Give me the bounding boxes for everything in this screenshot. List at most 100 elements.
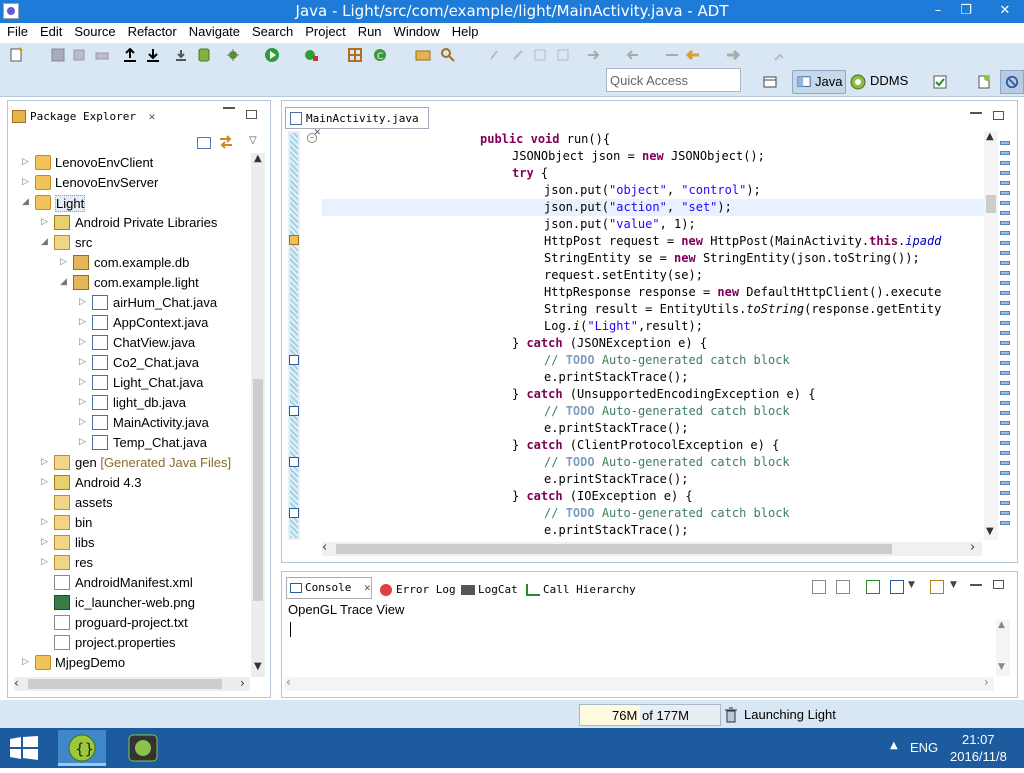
- tab-mainactivity[interactable]: MainActivity.java ✕: [285, 107, 429, 138]
- sdk-manager-icon[interactable]: [173, 47, 189, 63]
- tab-console[interactable]: Console ✕: [286, 577, 372, 599]
- link-with-editor-icon[interactable]: [218, 134, 234, 150]
- tree-vertical-scrollbar[interactable]: ▲ ▼: [251, 153, 265, 677]
- display-console-icon[interactable]: [890, 580, 904, 594]
- java-perspective-button[interactable]: Java: [792, 70, 846, 94]
- menu-navigate[interactable]: Navigate: [182, 23, 245, 39]
- pin-editor-icon[interactable]: [772, 47, 788, 63]
- chevron-down-icon[interactable]: ▼: [950, 580, 957, 590]
- taskbar-adt-button[interactable]: {}: [58, 730, 106, 766]
- clear-console-icon[interactable]: [812, 580, 826, 594]
- last-edit-location-icon[interactable]: [664, 47, 680, 63]
- heap-status[interactable]: 76M of 177M: [579, 704, 721, 726]
- minimize-editor-icon[interactable]: [970, 112, 982, 114]
- pin-console-icon[interactable]: [866, 580, 880, 594]
- menu-refactor[interactable]: Refactor: [121, 23, 182, 39]
- menu-run[interactable]: Run: [351, 23, 387, 39]
- menu-source[interactable]: Source: [67, 23, 120, 39]
- forward-icon[interactable]: [725, 47, 741, 63]
- back-icon[interactable]: [685, 47, 701, 63]
- menu-file[interactable]: File: [0, 23, 33, 39]
- open-console-icon[interactable]: [930, 580, 944, 594]
- next-annotation-icon[interactable]: [585, 47, 601, 63]
- search-icon[interactable]: [440, 47, 456, 63]
- toggle-breadcrumb-icon[interactable]: [510, 47, 526, 63]
- code-view[interactable]: public void run(){ JSONObject json = new…: [322, 131, 984, 540]
- trash-icon[interactable]: [724, 707, 738, 723]
- new-java-project-icon[interactable]: [347, 47, 363, 63]
- collapse-all-icon[interactable]: [197, 137, 211, 149]
- console-horizontal-scrollbar[interactable]: ‹ ›: [284, 675, 994, 691]
- save-all-icon[interactable]: [72, 47, 88, 63]
- tab-call-hierarchy[interactable]: Call Hierarchy: [525, 580, 636, 600]
- maximize-editor-icon[interactable]: [993, 111, 1004, 120]
- editor-vertical-scrollbar[interactable]: ▲ ▼: [984, 131, 998, 540]
- view-menu-icon[interactable]: ▽: [249, 135, 257, 146]
- tree-horizontal-scroll-thumb[interactable]: [28, 679, 222, 689]
- restore-button[interactable]: ❐: [952, 0, 980, 21]
- menu-edit[interactable]: Edit: [33, 23, 67, 39]
- new-class-icon[interactable]: C: [372, 47, 388, 63]
- tree-vertical-scroll-thumb[interactable]: [253, 379, 263, 601]
- code-line: } catch (ClientProtocolException e) {: [512, 438, 780, 452]
- overview-ruler[interactable]: [999, 131, 1011, 540]
- new-icon[interactable]: [8, 47, 24, 63]
- maximize-console-icon[interactable]: [993, 580, 1004, 589]
- menu-help[interactable]: Help: [445, 23, 484, 39]
- android-perspective-icon[interactable]: [976, 74, 992, 90]
- java-perspective-icon: [797, 76, 811, 87]
- run-icon[interactable]: [264, 47, 280, 63]
- minimize-console-icon[interactable]: [970, 584, 982, 586]
- debug-icon[interactable]: [225, 47, 241, 63]
- ddms-perspective-button[interactable]: DDMS: [850, 70, 910, 94]
- avd-manager-icon[interactable]: [196, 47, 212, 63]
- windows-start-icon[interactable]: [10, 736, 38, 760]
- print-icon[interactable]: [94, 47, 110, 63]
- maximize-view-icon[interactable]: [246, 110, 257, 119]
- menu-window[interactable]: Window: [387, 23, 445, 39]
- warning-marker-icon[interactable]: [289, 235, 299, 245]
- menu-search[interactable]: Search: [245, 23, 298, 39]
- minimize-view-icon[interactable]: [223, 107, 235, 109]
- import-icon[interactable]: [145, 47, 161, 63]
- task-marker-icon[interactable]: [289, 406, 299, 416]
- close-icon[interactable]: ✕: [364, 581, 371, 594]
- save-icon[interactable]: [50, 47, 66, 63]
- show-whitespace-icon[interactable]: [532, 47, 548, 63]
- task-marker-icon[interactable]: [289, 457, 299, 467]
- java-file-icon: [92, 335, 108, 350]
- console-output[interactable]: [284, 620, 996, 676]
- tab-package-explorer[interactable]: Package Explorer ✕: [8, 104, 158, 130]
- task-marker-icon[interactable]: [289, 508, 299, 518]
- tab-error-log[interactable]: Error Log: [378, 580, 456, 600]
- editor-vertical-scroll-thumb[interactable]: [986, 195, 996, 213]
- clock-date[interactable]: 2016/11/8: [950, 749, 1007, 764]
- show-hidden-icons[interactable]: ▲: [890, 740, 898, 751]
- menu-project[interactable]: Project: [298, 23, 350, 39]
- quick-access-input[interactable]: Quick Access: [606, 68, 741, 92]
- taskbar-android-button[interactable]: [118, 730, 168, 766]
- close-button[interactable]: ✕: [990, 0, 1020, 21]
- open-type-icon[interactable]: [415, 47, 431, 63]
- block-selection-icon[interactable]: [555, 47, 571, 63]
- task-checkbox-icon[interactable]: [932, 74, 948, 90]
- chevron-down-icon[interactable]: ▼: [908, 580, 915, 590]
- previous-annotation-icon[interactable]: [625, 47, 641, 63]
- export-icon[interactable]: [122, 47, 138, 63]
- console-vertical-scrollbar[interactable]: ▲ ▼: [996, 620, 1010, 676]
- input-language[interactable]: ENG: [910, 740, 938, 755]
- close-icon[interactable]: ✕: [149, 110, 156, 123]
- fold-collapse-icon[interactable]: –: [307, 133, 317, 143]
- tab-logcat[interactable]: LogCat: [460, 580, 518, 600]
- scroll-lock-icon[interactable]: [836, 580, 850, 594]
- editor-horizontal-scroll-thumb[interactable]: [336, 544, 892, 554]
- minimize-button[interactable]: –: [924, 0, 952, 21]
- toggle-mark-occurrences-icon[interactable]: [487, 47, 503, 63]
- task-marker-icon[interactable]: [289, 355, 299, 365]
- external-tools-icon[interactable]: [303, 47, 319, 63]
- clock-time[interactable]: 21:07: [962, 732, 995, 747]
- minimized-view-button[interactable]: [1000, 70, 1024, 94]
- open-perspective-icon[interactable]: [762, 74, 778, 90]
- tree-horizontal-scrollbar[interactable]: ‹ ›: [14, 676, 250, 691]
- editor-horizontal-scrollbar[interactable]: ‹ ›: [322, 540, 982, 556]
